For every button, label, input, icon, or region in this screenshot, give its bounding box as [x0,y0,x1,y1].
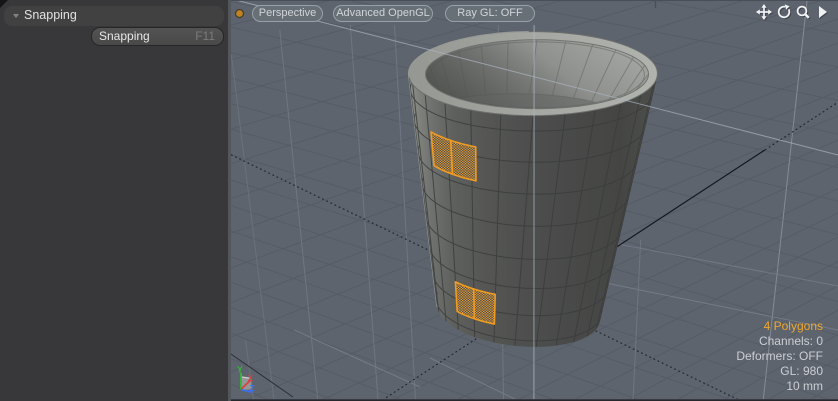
svg-text:Z: Z [250,384,255,393]
svg-text:X: X [248,374,254,383]
svg-text:Y: Y [237,366,243,375]
